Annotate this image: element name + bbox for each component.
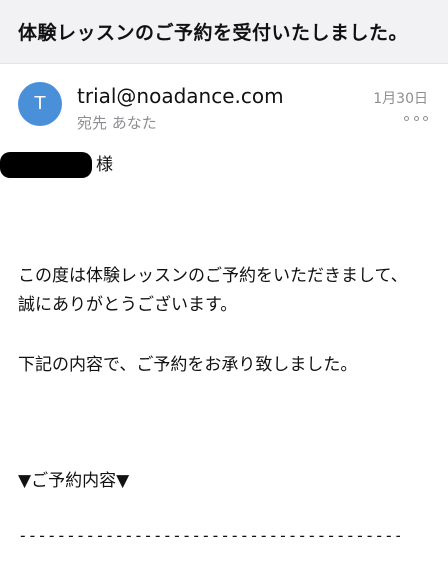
body-paragraph-confirmation: 下記の内容で、ご予約をお承り致しました。 [18,355,358,375]
divider-line: ----------------------------------------… [18,526,400,545]
sender-avatar[interactable]: T [18,82,62,126]
email-date: 1月30日 [373,91,428,107]
greeting-suffix: 様 [96,154,113,175]
email-view: 体験レッスンのご予約を受付いたしました。 T trial@noadance.co… [0,0,448,580]
recipient-line[interactable]: 宛先 あなた [77,112,157,133]
greeting-line: 様 [0,150,113,180]
body-paragraph-thanks: この度は体験レッスンのご予約をいただきまして、誠にありがとうございます。 [18,266,408,315]
more-dot [413,115,419,121]
more-dot [423,115,428,121]
more-horizontal-icon[interactable] [404,114,428,122]
reservation-section-title: ▼ご予約内容▼ [18,471,130,491]
subject-bar: 体験レッスンのご予約を受付いたしました。 [0,0,448,64]
email-subject: 体験レッスンのご予約を受付いたしました。 [18,22,409,44]
redacted-name [0,152,92,178]
more-dot [404,115,409,121]
sender-address[interactable]: trial@noadance.com [77,84,284,108]
email-header: T trial@noadance.com 宛先 あなた 1月30日 [0,64,448,142]
